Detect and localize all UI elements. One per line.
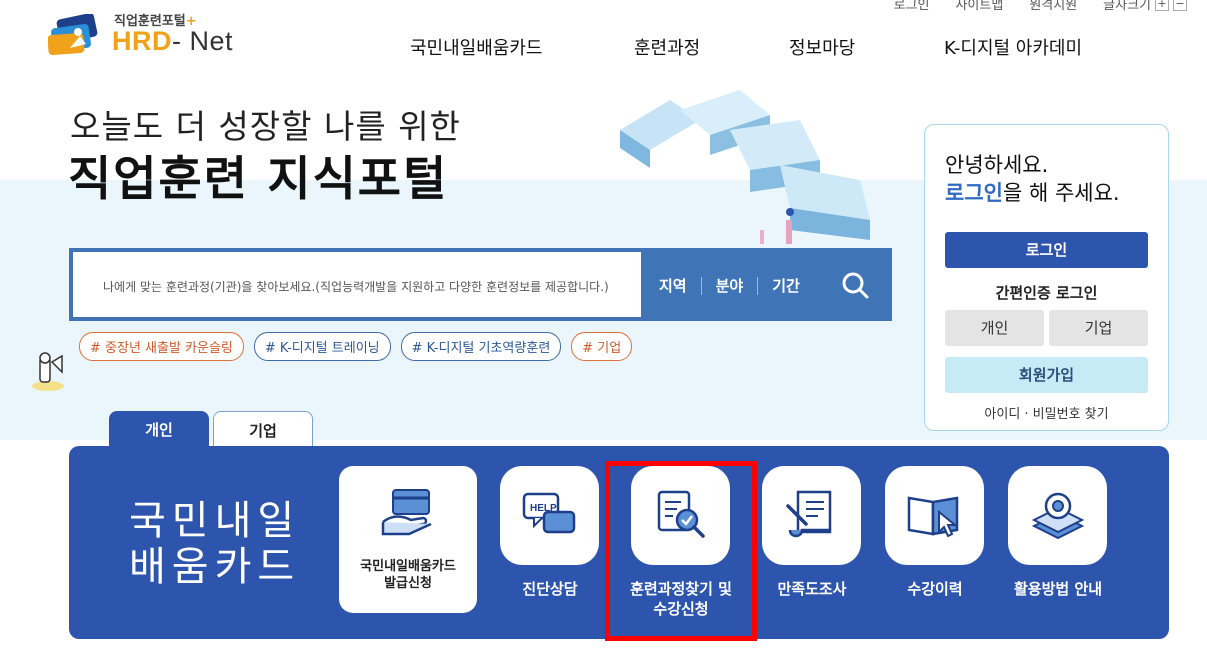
easy-login-company-button[interactable]: 기업: [1049, 310, 1148, 346]
nav-item-learning-card[interactable]: 국민내일배움카드: [410, 34, 634, 60]
nav-item-k-digital-academy[interactable]: K-디지털 아카데미: [944, 34, 1082, 60]
utility-nav: 로그인 사이트맵 원격지원 글자크기 + −: [894, 0, 1187, 13]
scroll-pen-icon: [786, 490, 832, 538]
filter-divider: [700, 276, 702, 295]
hashtag-k-digital-basic[interactable]: # K-디지털 기초역량훈련: [400, 332, 562, 361]
zoom-in-button[interactable]: +: [1155, 0, 1169, 11]
search-input[interactable]: 나에게 맞는 훈련과정(기관)을 찾아보세요.(직업능력개발을 지원하고 다양한…: [73, 252, 641, 317]
remote-support-link[interactable]: 원격지원: [1029, 0, 1077, 13]
tab-company[interactable]: 기업: [213, 411, 313, 450]
hashtag-midlife-counseling[interactable]: # 중장년 새출발 카운슬링: [79, 332, 244, 361]
login-link[interactable]: 로그인: [894, 0, 930, 13]
highlight-box: [605, 461, 757, 641]
hero-title: 직업훈련 지식포털: [68, 152, 449, 207]
login-greeting: 안녕하세요. 로그인을 해 주세요.: [945, 153, 1120, 205]
card-issue-button[interactable]: 국민내일배움카드 발급신청: [339, 466, 477, 613]
service-history-label: 수강이력: [907, 580, 963, 598]
search-placeholder: 나에게 맞는 훈련과정(기관)을 찾아보세요.(직업능력개발을 지원하고 다양한…: [103, 280, 609, 294]
font-size-label: 글자크기: [1103, 0, 1151, 13]
zoom-out-button[interactable]: −: [1173, 0, 1187, 11]
hashtag-company[interactable]: # 기업: [571, 332, 633, 361]
nav-item-training-courses[interactable]: 훈련과정: [634, 34, 789, 60]
panel-title: 국민내일 배움카드: [129, 498, 301, 590]
hrd-net-logo[interactable]: 직업훈련포털+ HRD- Net: [48, 10, 248, 60]
service-consultation-button[interactable]: HELP: [500, 466, 599, 565]
help-chat-icon: HELP: [522, 492, 576, 534]
search-icon[interactable]: [840, 270, 870, 300]
login-button[interactable]: 로그인: [945, 232, 1148, 268]
lamp-icon: [32, 352, 64, 391]
hashtag-list: # 중장년 새출발 카운슬링 # K-디지털 트레이닝 # K-디지털 기초역량…: [79, 332, 633, 361]
find-id-password-link[interactable]: 아이디 · 비밀번호 찾기: [925, 403, 1168, 422]
login-panel: 안녕하세요. 로그인을 해 주세요. 로그인 간편인증 로그인 개인 기업 회원…: [924, 124, 1169, 431]
nav-item-info[interactable]: 정보마당: [789, 34, 944, 60]
service-guide-button[interactable]: [1008, 466, 1107, 565]
tab-personal[interactable]: 개인: [109, 411, 209, 449]
service-guide-label: 활용방법 안내: [1013, 580, 1103, 598]
easy-login-label: 간편인증 로그인: [995, 284, 1098, 302]
book-cursor-icon: [907, 496, 959, 538]
gear-stack-icon: [1031, 492, 1085, 540]
hrd-3d-illustration: [620, 90, 870, 244]
filter-field[interactable]: 분야: [716, 275, 744, 296]
filter-region[interactable]: 지역: [659, 275, 687, 296]
easy-login-personal-button[interactable]: 개인: [945, 310, 1044, 346]
card-hand-icon: [381, 489, 432, 536]
service-history-button[interactable]: [885, 466, 984, 565]
service-consultation-label: 진단상담: [522, 580, 578, 598]
search-filters: 지역 분야 기간: [659, 275, 800, 296]
card-issue-label: 국민내일배움카드 발급신청: [360, 559, 456, 591]
sitemap-link[interactable]: 사이트맵: [955, 0, 1003, 13]
service-satisfaction-button[interactable]: [762, 466, 861, 565]
filter-divider: [757, 276, 759, 295]
service-satisfaction-label: 만족도조사: [777, 580, 847, 598]
join-button[interactable]: 회원가입: [945, 357, 1148, 393]
font-size-control: 글자크기 + −: [1103, 0, 1187, 13]
course-search-bar: 나에게 맞는 훈련과정(기관)을 찾아보세요.(직업능력개발을 지원하고 다양한…: [69, 248, 892, 321]
logo-mark-icon: [48, 14, 98, 55]
hashtag-k-digital-training[interactable]: # K-디지털 트레이닝: [253, 332, 391, 361]
logo-wordmark: HRD- Net: [112, 26, 234, 56]
main-nav: 국민내일배움카드 훈련과정 정보마당 K-디지털 아카데미: [410, 34, 1082, 60]
filter-period[interactable]: 기간: [772, 275, 800, 296]
